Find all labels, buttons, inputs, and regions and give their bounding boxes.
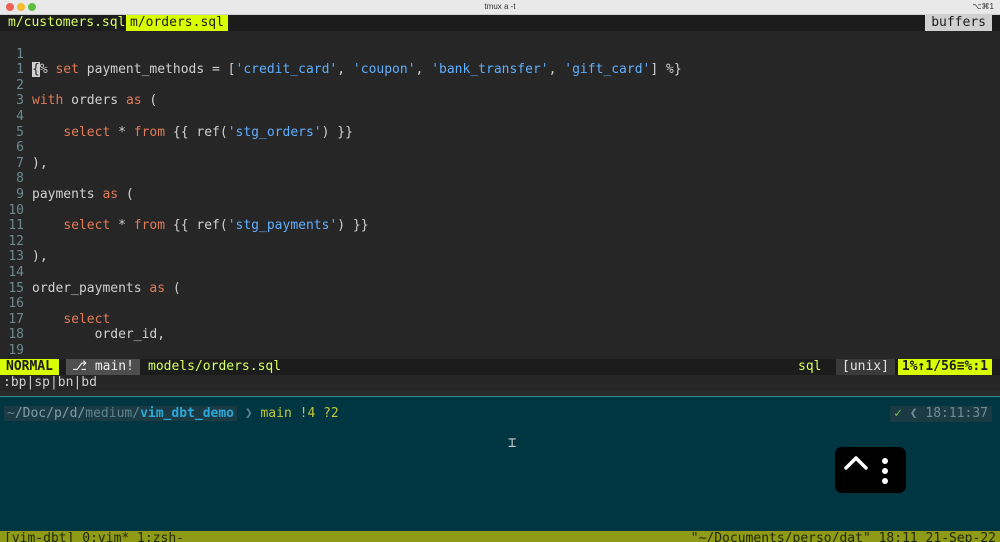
git-branch: ⎇ main!: [66, 359, 140, 375]
code-line: 2 with orders as (: [0, 62, 157, 109]
line-code: order_payments as (: [32, 280, 181, 296]
mode-indicator: NORMAL: [0, 359, 59, 375]
code-editor[interactable]: 1 {% set payment_methods = ['credit_card…: [0, 31, 1000, 359]
file-format: [unix]: [836, 359, 895, 375]
text-cursor-icon: ⌶: [508, 435, 517, 451]
code-line: 11: [0, 203, 31, 233]
code-line: 10 select * from {{ ref('stg_payments') …: [0, 187, 368, 234]
right-prompt: ✓ ❮ 18:11:37: [890, 406, 992, 422]
tab-orders[interactable]: m/orders.sql: [126, 15, 228, 31]
vim-statusline: NORMAL ⎇ main! models/orders.sql sql [un…: [0, 359, 1000, 375]
more-options-icon[interactable]: [881, 457, 889, 485]
line-code: select: [63, 311, 111, 327]
file-name: models/orders.sql: [148, 359, 282, 374]
prompt-git-status: main !4 ?2: [260, 406, 339, 421]
tmux-statusbar: [vim-dbt] 0:vim* 1:zsh- "~/Documents/per…: [0, 531, 1000, 542]
code-line: 17 order_id,: [0, 296, 165, 343]
code-line: 1: [0, 47, 31, 77]
line-code: select * from {{ ref('stg_orders') }}: [63, 124, 353, 140]
tmux-info: "~/Documents/perso/dat" 18:11 21-Sep-22: [690, 531, 996, 542]
line-code: select * from {{ ref('stg_payments') }}: [63, 218, 369, 234]
line-code: with orders as (: [32, 93, 158, 109]
code-line: 19 {% for payment_method in payment_meth…: [0, 327, 439, 359]
code-line: 3: [0, 78, 31, 108]
file-type: sql: [798, 359, 822, 374]
prompt-medium: medium/: [85, 406, 141, 421]
line-code: order_id,: [32, 327, 166, 343]
window-titlebar: tmux a -t ⌥⌘1: [0, 0, 1000, 15]
code-line: 7: [0, 140, 31, 171]
vim-tabline: m/customers.sql m/orders.sql buffers: [0, 15, 1000, 31]
code-line: 8 payments as (: [0, 156, 134, 202]
prompt-home: ~: [7, 406, 15, 421]
cursor: {: [32, 62, 40, 78]
chevron-up-icon[interactable]: [843, 453, 869, 471]
prompt-time: 18:11:37: [925, 406, 988, 421]
code-line: 6 ),: [0, 125, 47, 171]
success-check-icon: ✓: [894, 406, 902, 421]
line-code: ),: [32, 249, 48, 265]
code-line: 12 ),: [0, 218, 47, 265]
prompt-path: /Doc/p/d/: [14, 406, 86, 421]
branch-name: main!: [94, 359, 134, 374]
code-line: 18: [0, 312, 31, 342]
branch-icon: ⎇: [72, 359, 87, 374]
shell-prompt: ~/Doc/p/d/medium/vim_dbt_demo ❯ main !4 …: [4, 406, 339, 422]
code-line: 5: [0, 109, 31, 140]
code-line: 4 select * from {{ ref('stg_orders') }}: [0, 93, 353, 140]
code-line: 15: [0, 265, 31, 296]
code-line: 20 sum(case when payment_method = '{{ pa…: [0, 343, 31, 360]
line-code: {% set payment_methods = ['credit_card',…: [32, 62, 682, 78]
code-line: 14 order_payments as (: [0, 249, 180, 296]
tab-customers[interactable]: m/customers.sql: [4, 15, 129, 31]
code-line: 16 select: [0, 281, 110, 327]
floating-controls: [835, 447, 906, 493]
line-code: ),: [32, 155, 48, 171]
command-line[interactable]: :bp|sp|bn|bd: [0, 375, 1000, 391]
window-title: tmux a -t: [484, 2, 516, 11]
code-line: 9: [0, 171, 31, 202]
line-code: payments as (: [32, 186, 134, 202]
tmux-windows[interactable]: [vim-dbt] 0:vim* 1:zsh-: [4, 531, 184, 542]
cursor-position: 1%↑1/56≡%:1: [897, 359, 992, 375]
buffers-label: buffers: [925, 15, 992, 31]
prompt-cwd: vim_dbt_demo: [140, 406, 234, 421]
window-shortcut: ⌥⌘1: [972, 2, 994, 11]
code-line: 1 {% set payment_methods = ['credit_card…: [0, 31, 682, 78]
code-line: 13: [0, 234, 31, 264]
